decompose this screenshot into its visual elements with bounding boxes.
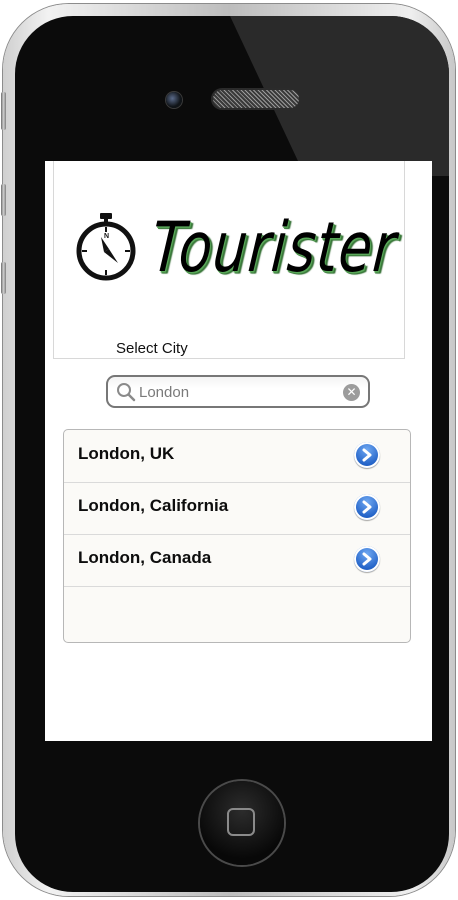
search-input[interactable] — [139, 381, 329, 403]
select-city-label: Select City — [116, 340, 188, 357]
search-field[interactable]: ✕ — [106, 375, 370, 408]
logo: N Tourister — [70, 207, 400, 287]
list-item[interactable]: London, UK — [64, 430, 410, 483]
chevron-right-circle-icon[interactable] — [354, 442, 380, 468]
app-screen: N Tourister Select City ✕ London, UK Lon… — [45, 161, 432, 741]
list-item[interactable]: London, California — [64, 482, 410, 535]
clear-icon[interactable]: ✕ — [343, 384, 360, 401]
search-icon — [117, 383, 136, 402]
volume-up-button — [1, 184, 6, 216]
home-square-icon — [227, 808, 255, 836]
list-item-label: London, Canada — [78, 548, 212, 567]
list-item-label: London, UK — [78, 444, 175, 463]
app-logo-text: Tourister — [148, 206, 400, 288]
results-list: London, UK London, California London, Ca… — [63, 429, 411, 643]
home-button[interactable] — [200, 781, 284, 865]
stopwatch-compass-icon: N — [76, 213, 136, 281]
chevron-right-circle-icon[interactable] — [354, 546, 380, 572]
svg-text:N: N — [104, 233, 109, 240]
list-item[interactable]: London, Canada — [64, 534, 410, 587]
volume-down-button — [1, 262, 6, 294]
earpiece-speaker — [213, 90, 299, 108]
front-camera-icon — [166, 92, 182, 108]
mute-switch — [1, 92, 6, 130]
chevron-right-circle-icon[interactable] — [354, 494, 380, 520]
list-item-label: London, California — [78, 496, 229, 515]
logo-header: N Tourister Select City — [53, 161, 405, 359]
